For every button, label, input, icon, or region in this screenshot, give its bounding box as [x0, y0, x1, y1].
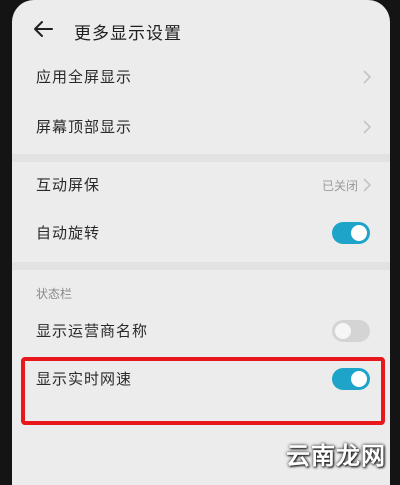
back-arrow-icon[interactable] — [32, 18, 54, 40]
row-label: 显示运营商名称 — [36, 322, 149, 340]
chevron-right-icon — [363, 120, 372, 134]
row-top-display[interactable]: 屏幕顶部显示 — [12, 102, 390, 152]
row-label: 屏幕顶部显示 — [36, 118, 133, 136]
row-carrier-name: 显示运营商名称 — [12, 306, 390, 356]
watermark: 云南龙网 — [286, 442, 386, 470]
settings-screen: 更多显示设置 应用全屏显示 屏幕顶部显示 互动屏保 已关闭 自动旋转 状态栏 显… — [12, 0, 390, 485]
header: 更多显示设置 — [12, 10, 390, 50]
row-label: 自动旋转 — [36, 224, 101, 242]
row-label: 应用全屏显示 — [36, 68, 133, 86]
row-value: 已关闭 — [321, 179, 358, 193]
toggle-knob — [335, 323, 351, 339]
toggle-knob — [351, 225, 367, 241]
row-label: 互动屏保 — [36, 176, 101, 194]
highlight-box — [21, 357, 385, 425]
divider — [12, 262, 390, 270]
page-title: 更多显示设置 — [74, 24, 182, 44]
section-header-status-bar: 状态栏 — [36, 287, 73, 301]
row-screensaver[interactable]: 互动屏保 已关闭 — [12, 160, 390, 210]
carrier-name-toggle[interactable] — [332, 320, 370, 342]
auto-rotate-toggle[interactable] — [332, 222, 370, 244]
chevron-right-icon — [363, 178, 372, 192]
chevron-right-icon — [363, 70, 372, 84]
row-app-fullscreen[interactable]: 应用全屏显示 — [12, 52, 390, 102]
row-auto-rotate: 自动旋转 — [12, 208, 390, 258]
